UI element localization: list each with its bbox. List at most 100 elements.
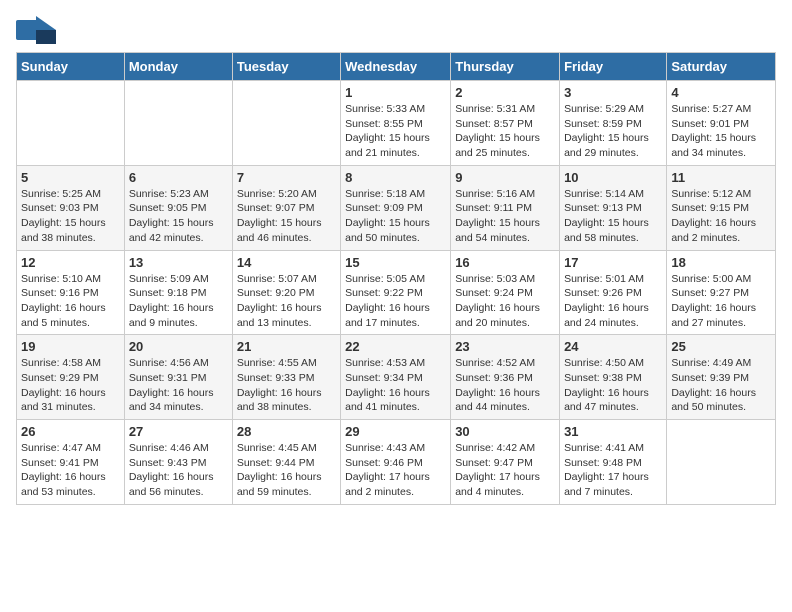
day-cell: 22Sunrise: 4:53 AM Sunset: 9:34 PM Dayli… xyxy=(341,335,451,420)
day-info: Sunrise: 5:03 AM Sunset: 9:24 PM Dayligh… xyxy=(455,272,555,331)
day-info: Sunrise: 4:49 AM Sunset: 9:39 PM Dayligh… xyxy=(671,356,771,415)
day-number: 4 xyxy=(671,85,771,100)
day-number: 18 xyxy=(671,255,771,270)
day-number: 13 xyxy=(129,255,228,270)
day-cell xyxy=(17,81,125,166)
day-number: 24 xyxy=(564,339,662,354)
logo xyxy=(16,16,60,44)
day-cell: 12 Sunrise: 5:10 AM Sunset: 9:16 PM Dayli… xyxy=(17,250,125,335)
day-info: Sunrise: 5:01 AM Sunset: 9:26 PM Dayligh… xyxy=(564,272,662,331)
day-cell: 25 Sunrise: 4:49 AM Sunset: 9:39 PM Dayli… xyxy=(667,335,776,420)
day-cell: 30 Sunrise: 4:42 AM Sunset: 9:47 PM Dayli… xyxy=(451,420,560,505)
day-info: Sunrise: 5:23 AM Sunset: 9:05 PM Dayligh… xyxy=(129,187,228,246)
day-info: Sunrise: 5:12 AM Sunset: 9:15 PM Dayligh… xyxy=(671,187,771,246)
calendar-table: SundayMondayTuesdayWednesdayThursdayFrid… xyxy=(16,52,776,505)
day-info: Sunrise: 5:18 AM Sunset: 9:09 PM Dayligh… xyxy=(345,187,446,246)
header-monday: Monday xyxy=(124,53,232,81)
day-cell: 9 Sunrise: 5:16 AM Sunset: 9:11 PM Daylig… xyxy=(451,165,560,250)
day-cell xyxy=(232,81,340,166)
day-number: 8 xyxy=(345,170,446,185)
day-cell: 20 Sunrise: 4:56 AM Sunset: 9:31 PM Dayli… xyxy=(124,335,232,420)
day-cell: 13 Sunrise: 5:09 AM Sunset: 9:18 PM Dayli… xyxy=(124,250,232,335)
day-info: Sunrise: 5:16 AM Sunset: 9:11 PM Dayligh… xyxy=(455,187,555,246)
day-number: 17 xyxy=(564,255,662,270)
day-number: 23 xyxy=(455,339,555,354)
day-cell xyxy=(124,81,232,166)
header-sunday: Sunday xyxy=(17,53,125,81)
day-cell: 28Sunrise: 4:45 AM Sunset: 9:44 PM Dayli… xyxy=(232,420,340,505)
day-cell: 19 Sunrise: 4:58 AM Sunset: 9:29 PM Dayli… xyxy=(17,335,125,420)
day-cell: 10 Sunrise: 5:14 AM Sunset: 9:13 PM Dayli… xyxy=(560,165,667,250)
day-cell: 27 Sunrise: 4:46 AM Sunset: 9:43 PM Dayli… xyxy=(124,420,232,505)
day-cell: 4 Sunrise: 5:27 AM Sunset: 9:01 PM Daylig… xyxy=(667,81,776,166)
day-number: 9 xyxy=(455,170,555,185)
day-number: 22 xyxy=(345,339,446,354)
day-info: Sunrise: 5:14 AM Sunset: 9:13 PM Dayligh… xyxy=(564,187,662,246)
day-info: Sunrise: 4:58 AM Sunset: 9:29 PM Dayligh… xyxy=(21,356,120,415)
day-cell: 6 Sunrise: 5:23 AM Sunset: 9:05 PM Daylig… xyxy=(124,165,232,250)
day-info: Sunrise: 5:00 AM Sunset: 9:27 PM Dayligh… xyxy=(671,272,771,331)
day-cell: 11 Sunrise: 5:12 AM Sunset: 9:15 PM Dayli… xyxy=(667,165,776,250)
day-number: 28 xyxy=(237,424,336,439)
day-number: 3 xyxy=(564,85,662,100)
day-number: 16 xyxy=(455,255,555,270)
day-number: 27 xyxy=(129,424,228,439)
week-row-5: 26 Sunrise: 4:47 AM Sunset: 9:41 PM Dayli… xyxy=(17,420,776,505)
day-info: Sunrise: 4:47 AM Sunset: 9:41 PM Dayligh… xyxy=(21,441,120,500)
page-header xyxy=(16,16,776,44)
day-cell: 3 Sunrise: 5:29 AM Sunset: 8:59 PM Daylig… xyxy=(560,81,667,166)
day-number: 7 xyxy=(237,170,336,185)
day-cell: 7 Sunrise: 5:20 AM Sunset: 9:07 PM Daylig… xyxy=(232,165,340,250)
header-row: SundayMondayTuesdayWednesdayThursdayFrid… xyxy=(17,53,776,81)
day-cell: 23Sunrise: 4:52 AM Sunset: 9:36 PM Dayli… xyxy=(451,335,560,420)
day-info: Sunrise: 5:31 AM Sunset: 8:57 PM Dayligh… xyxy=(455,102,555,161)
day-cell: 15 Sunrise: 5:05 AM Sunset: 9:22 PM Dayli… xyxy=(341,250,451,335)
day-number: 11 xyxy=(671,170,771,185)
day-number: 19 xyxy=(21,339,120,354)
week-row-3: 12 Sunrise: 5:10 AM Sunset: 9:16 PM Dayli… xyxy=(17,250,776,335)
day-cell: 31Sunrise: 4:41 AM Sunset: 9:48 PM Dayli… xyxy=(560,420,667,505)
day-cell: 14 Sunrise: 5:07 AM Sunset: 9:20 PM Dayli… xyxy=(232,250,340,335)
day-cell: 18 Sunrise: 5:00 AM Sunset: 9:27 PM Dayli… xyxy=(667,250,776,335)
header-saturday: Saturday xyxy=(667,53,776,81)
day-number: 10 xyxy=(564,170,662,185)
day-cell: 24Sunrise: 4:50 AM Sunset: 9:38 PM Dayli… xyxy=(560,335,667,420)
week-row-2: 5Sunrise: 5:25 AM Sunset: 9:03 PM Daylig… xyxy=(17,165,776,250)
day-info: Sunrise: 5:27 AM Sunset: 9:01 PM Dayligh… xyxy=(671,102,771,161)
day-info: Sunrise: 5:09 AM Sunset: 9:18 PM Dayligh… xyxy=(129,272,228,331)
day-number: 15 xyxy=(345,255,446,270)
day-cell: 1Sunrise: 5:33 AM Sunset: 8:55 PM Daylig… xyxy=(341,81,451,166)
day-number: 2 xyxy=(455,85,555,100)
day-info: Sunrise: 5:29 AM Sunset: 8:59 PM Dayligh… xyxy=(564,102,662,161)
logo-icon xyxy=(16,16,56,44)
day-number: 20 xyxy=(129,339,228,354)
day-number: 29 xyxy=(345,424,446,439)
day-info: Sunrise: 4:42 AM Sunset: 9:47 PM Dayligh… xyxy=(455,441,555,500)
header-thursday: Thursday xyxy=(451,53,560,81)
day-cell: 17 Sunrise: 5:01 AM Sunset: 9:26 PM Dayli… xyxy=(560,250,667,335)
day-number: 25 xyxy=(671,339,771,354)
day-number: 14 xyxy=(237,255,336,270)
day-info: Sunrise: 5:07 AM Sunset: 9:20 PM Dayligh… xyxy=(237,272,336,331)
day-info: Sunrise: 4:41 AM Sunset: 9:48 PM Dayligh… xyxy=(564,441,662,500)
week-row-1: 1Sunrise: 5:33 AM Sunset: 8:55 PM Daylig… xyxy=(17,81,776,166)
day-cell: 26 Sunrise: 4:47 AM Sunset: 9:41 PM Dayli… xyxy=(17,420,125,505)
day-number: 5 xyxy=(21,170,120,185)
header-friday: Friday xyxy=(560,53,667,81)
day-info: Sunrise: 4:55 AM Sunset: 9:33 PM Dayligh… xyxy=(237,356,336,415)
day-info: Sunrise: 4:56 AM Sunset: 9:31 PM Dayligh… xyxy=(129,356,228,415)
day-info: Sunrise: 4:46 AM Sunset: 9:43 PM Dayligh… xyxy=(129,441,228,500)
day-cell xyxy=(667,420,776,505)
day-info: Sunrise: 5:10 AM Sunset: 9:16 PM Dayligh… xyxy=(21,272,120,331)
day-number: 21 xyxy=(237,339,336,354)
day-cell: 16 Sunrise: 5:03 AM Sunset: 9:24 PM Dayli… xyxy=(451,250,560,335)
day-number: 26 xyxy=(21,424,120,439)
day-number: 12 xyxy=(21,255,120,270)
day-number: 30 xyxy=(455,424,555,439)
day-info: Sunrise: 5:05 AM Sunset: 9:22 PM Dayligh… xyxy=(345,272,446,331)
header-tuesday: Tuesday xyxy=(232,53,340,81)
day-info: Sunrise: 4:43 AM Sunset: 9:46 PM Dayligh… xyxy=(345,441,446,500)
day-number: 6 xyxy=(129,170,228,185)
day-cell: 8 Sunrise: 5:18 AM Sunset: 9:09 PM Daylig… xyxy=(341,165,451,250)
day-info: Sunrise: 5:20 AM Sunset: 9:07 PM Dayligh… xyxy=(237,187,336,246)
